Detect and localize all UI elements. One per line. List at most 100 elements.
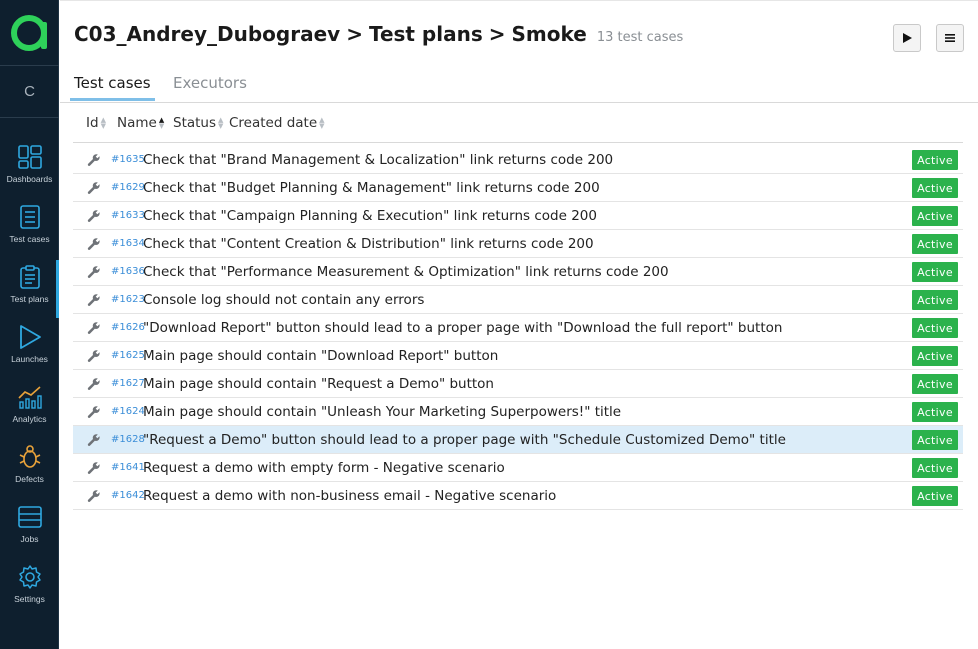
wrench-icon [87, 460, 101, 474]
test-case-name[interactable]: Main page should contain "Unleash Your M… [143, 404, 621, 420]
table-header: Id ▲ ▼ Name ▲ ▼ Status ▲ ▼ Created date ▲ ▼ [73, 103, 963, 143]
nav-jobs[interactable]: Jobs [0, 502, 59, 560]
test-case-name[interactable]: "Request a Demo" button should lead to a… [143, 432, 786, 448]
table-row[interactable]: #1641 Request a demo with empty form - Ne… [73, 454, 963, 482]
nav-label: Defects [15, 474, 44, 484]
status-badge: Active [912, 458, 958, 478]
status-badge: Active [912, 374, 958, 394]
test-case-id[interactable]: #1642 [111, 490, 145, 501]
test-case-id[interactable]: #1624 [111, 406, 145, 417]
status-badge: Active [912, 150, 958, 170]
test-case-list: #1635 Check that "Brand Management & Loca… [73, 146, 963, 510]
test-case-name[interactable]: Check that "Performance Measurement & Op… [143, 264, 669, 280]
test-case-name[interactable]: Check that "Brand Management & Localizat… [143, 152, 613, 168]
test-case-count: 13 test cases [596, 30, 684, 45]
nav-label: Dashboards [6, 174, 53, 184]
test-case-name[interactable]: Check that "Budget Planning & Management… [143, 180, 600, 196]
test-cases-icon [19, 205, 40, 229]
table-row[interactable]: #1623 Console log should not contain any … [73, 286, 963, 314]
table-row[interactable]: #1628 "Request a Demo" button should lead… [73, 426, 963, 454]
defects-icon [19, 445, 40, 468]
test-case-id[interactable]: #1629 [111, 182, 145, 193]
wrench-icon [87, 180, 101, 194]
test-case-id[interactable]: #1625 [111, 350, 145, 361]
breadcrumb-separator: > [346, 22, 363, 46]
table-row[interactable]: #1626 "Download Report" button should lea… [73, 314, 963, 342]
test-case-id[interactable]: #1634 [111, 238, 145, 249]
column-label: Name [117, 115, 157, 131]
column-name[interactable]: Name ▲ ▼ [117, 115, 164, 131]
status-badge: Active [912, 402, 958, 422]
test-case-name[interactable]: Request a demo with non-business email -… [143, 488, 556, 504]
status-badge: Active [912, 346, 958, 366]
app-logo[interactable] [0, 0, 59, 66]
wrench-icon [87, 208, 101, 222]
tab-bar: Test cases Executors [60, 66, 978, 103]
run-button[interactable] [893, 24, 921, 52]
test-case-name[interactable]: Main page should contain "Download Repor… [143, 348, 498, 364]
column-label: Created date [229, 115, 318, 131]
test-case-id[interactable]: #1626 [111, 322, 145, 333]
wrench-icon [87, 488, 101, 502]
tab-executors[interactable]: Executors [173, 74, 247, 92]
test-case-id[interactable]: #1627 [111, 378, 145, 389]
test-case-id[interactable]: #1635 [111, 154, 145, 165]
column-label: Status [173, 115, 217, 131]
table-row[interactable]: #1625 Main page should contain "Download … [73, 342, 963, 370]
test-case-name[interactable]: Request a demo with empty form - Negativ… [143, 460, 505, 476]
project-switcher[interactable]: C [0, 66, 59, 118]
wrench-icon [87, 376, 101, 390]
test-case-id[interactable]: #1641 [111, 462, 145, 473]
table-row[interactable]: #1627 Main page should contain "Request a… [73, 370, 963, 398]
test-case-name[interactable]: Check that "Content Creation & Distribut… [143, 236, 594, 252]
nav-defects[interactable]: Defects [0, 442, 59, 500]
table-row[interactable]: #1633 Check that "Campaign Planning & Exe… [73, 202, 963, 230]
test-case-id[interactable]: #1633 [111, 210, 145, 221]
sort-icon: ▲ ▼ [100, 116, 106, 130]
test-case-name[interactable]: Check that "Campaign Planning & Executio… [143, 208, 597, 224]
wrench-icon [87, 236, 101, 250]
wrench-icon [87, 348, 101, 362]
wrench-icon [87, 404, 101, 418]
test-case-id[interactable]: #1623 [111, 294, 145, 305]
breadcrumb-project[interactable]: C03_Andrey_Dubograev [74, 22, 340, 46]
status-badge: Active [912, 290, 958, 310]
menu-button[interactable] [936, 24, 964, 52]
breadcrumb-plan: Smoke [511, 22, 587, 46]
test-case-name[interactable]: Console log should not contain any error… [143, 292, 424, 308]
breadcrumb: C03_Andrey_Dubograev > Test plans > Smoke 13 … [74, 22, 683, 46]
nav-label: Launches [11, 354, 48, 364]
nav-test-cases[interactable]: Test cases [0, 202, 59, 260]
page-header: C03_Andrey_Dubograev > Test plans > Smoke 13 … [60, 0, 978, 66]
test-case-name[interactable]: Main page should contain "Request a Demo… [143, 376, 494, 392]
nav-test-plans[interactable]: Test plans [0, 260, 59, 320]
wrench-icon [87, 152, 101, 166]
column-id[interactable]: Id ▲ ▼ [86, 115, 106, 131]
table-row[interactable]: #1634 Check that "Content Creation & Dist… [73, 230, 963, 258]
column-created-date[interactable]: Created date ▲ ▼ [229, 115, 325, 131]
status-badge: Active [912, 430, 958, 450]
tab-test-cases[interactable]: Test cases [70, 74, 155, 101]
table-row[interactable]: #1636 Check that "Performance Measurement… [73, 258, 963, 286]
table-row[interactable]: #1624 Main page should contain "Unleash Y… [73, 398, 963, 426]
column-status[interactable]: Status ▲ ▼ [173, 115, 223, 131]
breadcrumb-section[interactable]: Test plans [369, 22, 483, 46]
test-case-name[interactable]: "Download Report" button should lead to … [143, 320, 782, 336]
wrench-icon [87, 320, 101, 334]
analytics-icon [17, 386, 42, 409]
test-case-id[interactable]: #1628 [111, 434, 145, 445]
table-row[interactable]: #1635 Check that "Brand Management & Loca… [73, 146, 963, 174]
nav-launches[interactable]: Launches [0, 322, 59, 380]
sort-icon: ▲ ▼ [218, 116, 224, 130]
column-label: Id [86, 115, 99, 131]
nav-settings[interactable]: Settings [0, 562, 59, 620]
table-row[interactable]: #1629 Check that "Budget Planning & Manag… [73, 174, 963, 202]
test-case-id[interactable]: #1636 [111, 266, 145, 277]
launches-icon [19, 325, 41, 349]
settings-icon [18, 565, 41, 589]
nav-analytics[interactable]: Analytics [0, 382, 59, 440]
table-row[interactable]: #1642 Request a demo with non-business em… [73, 482, 963, 510]
nav-label: Jobs [20, 534, 39, 544]
nav-dashboards[interactable]: Dashboards [0, 142, 59, 200]
test-plans-icon [19, 265, 40, 289]
